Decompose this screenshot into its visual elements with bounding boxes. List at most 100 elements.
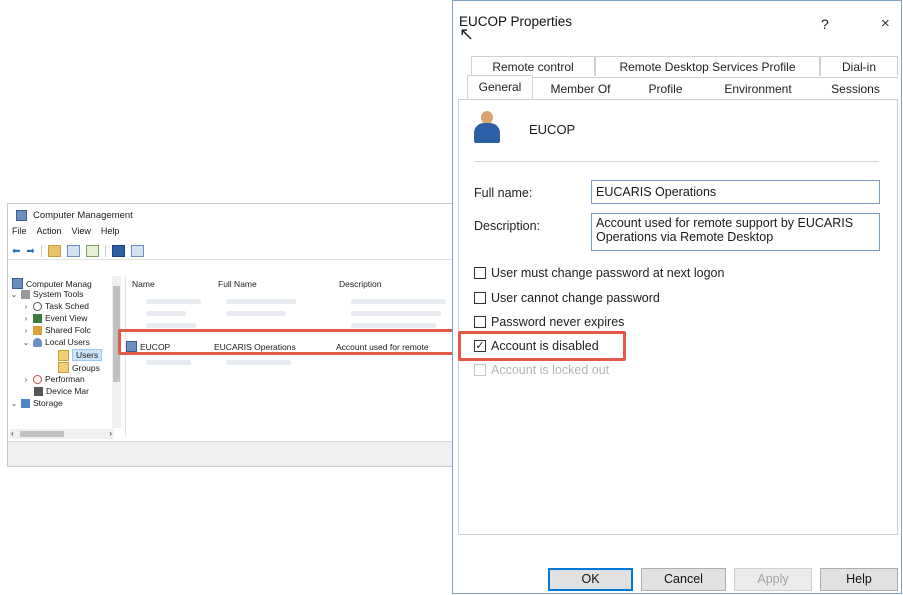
blurred-row — [226, 360, 291, 365]
tree-task-scheduler[interactable]: › Task Sched — [22, 301, 89, 311]
chevron-right-icon[interactable]: › — [22, 326, 30, 335]
cm-tree-pane: Computer Manag ⌄ System Tools › Task Sch… — [8, 276, 123, 436]
computer-management-icon — [16, 209, 27, 221]
menu-file[interactable]: File — [12, 226, 27, 242]
show-hide-tree-icon[interactable] — [66, 245, 80, 257]
computer-icon — [12, 278, 23, 289]
checkbox-box[interactable] — [474, 267, 486, 279]
cancel-button[interactable]: Cancel — [641, 568, 726, 591]
checkbox-label: User must change password at next logon — [491, 266, 725, 280]
menu-help[interactable]: Help — [101, 226, 120, 242]
full-name-field[interactable] — [591, 180, 880, 204]
help-title-button[interactable]: ? — [821, 16, 829, 32]
highlight-callout-row — [118, 329, 460, 355]
tree-performance[interactable]: › Performan — [22, 374, 85, 384]
dialog-title: EUCOP Properties — [459, 14, 573, 29]
folder-icon — [58, 349, 69, 361]
description-line-1: Account used for remote support by EUCAR… — [596, 216, 854, 230]
account-locked-out-checkbox: Account is locked out — [474, 363, 609, 377]
menu-action[interactable]: Action — [37, 226, 62, 242]
must-change-password-checkbox[interactable]: User must change password at next logon — [474, 266, 724, 280]
tree-root[interactable]: Computer Manag — [12, 278, 92, 289]
tree-device-manager[interactable]: Device Mar — [34, 386, 89, 396]
tab-sessions[interactable]: Sessions — [813, 77, 898, 99]
export-list-icon[interactable] — [85, 245, 99, 257]
cm-title: Computer Management — [33, 209, 133, 221]
blurred-row — [351, 299, 446, 304]
tree-label: Groups — [72, 362, 100, 373]
tree-storage[interactable]: ⌄ Storage — [10, 398, 63, 408]
description-field[interactable]: Account used for remote support by EUCAR… — [591, 213, 880, 251]
chevron-down-icon[interactable]: ⌄ — [10, 399, 18, 408]
cannot-change-password-checkbox[interactable]: User cannot change password — [474, 291, 660, 305]
tree-event-viewer[interactable]: › Event View — [22, 313, 88, 323]
scrollbar-thumb[interactable] — [20, 431, 64, 437]
toolbar-separator — [40, 245, 42, 257]
divider — [474, 161, 879, 162]
cm-title-bar: Computer Management — [8, 204, 453, 226]
toolbar-separator — [104, 245, 106, 257]
tab-environment[interactable]: Environment — [703, 77, 813, 99]
up-folder-icon[interactable] — [47, 245, 61, 257]
checkbox-box[interactable] — [474, 292, 486, 304]
tree-label: Task Sched — [45, 301, 89, 311]
properties-icon[interactable] — [130, 245, 144, 257]
highlight-callout-checkbox — [458, 331, 626, 361]
performance-icon — [33, 374, 42, 384]
tab-dial-in[interactable]: Dial-in — [820, 56, 898, 76]
forward-arrow-icon[interactable]: ➡ — [26, 246, 34, 257]
tree-shared-folders[interactable]: › Shared Folc — [22, 325, 91, 335]
close-icon[interactable]: × — [881, 15, 890, 32]
scroll-left-icon[interactable]: ‹ — [11, 429, 14, 438]
help-button[interactable]: Help — [820, 568, 898, 591]
tree-groups[interactable]: Groups — [58, 362, 100, 373]
blurred-row — [226, 299, 296, 304]
cm-menu-bar: File Action View Help — [8, 226, 119, 242]
tree-label: Device Mar — [46, 386, 89, 396]
password-never-expires-checkbox[interactable]: Password never expires — [474, 315, 624, 329]
cm-user-list: Name Full Name Description — [125, 276, 454, 436]
full-name-label: Full name: — [474, 186, 533, 200]
mouse-cursor-icon: ↖ — [459, 24, 475, 44]
chevron-right-icon[interactable]: › — [22, 375, 30, 384]
column-description[interactable]: Description — [339, 279, 382, 291]
clock-icon — [33, 301, 42, 311]
menu-view[interactable]: View — [72, 226, 91, 242]
tree-users[interactable]: Users — [58, 349, 103, 361]
tree-system-tools[interactable]: ⌄ System Tools — [10, 289, 84, 299]
tab-member-of[interactable]: Member Of — [533, 77, 628, 99]
tab-remote-desktop-services-profile[interactable]: Remote Desktop Services Profile — [595, 56, 820, 76]
blurred-row — [146, 299, 201, 304]
chevron-down-icon[interactable]: ⌄ — [10, 290, 18, 299]
ok-button[interactable]: OK — [548, 568, 633, 591]
blurred-row — [146, 311, 186, 316]
scroll-right-icon[interactable]: › — [109, 429, 112, 438]
tab-profile[interactable]: Profile — [628, 77, 703, 99]
tab-remote-control[interactable]: Remote control — [471, 56, 595, 76]
chevron-down-icon[interactable]: ⌄ — [22, 338, 30, 347]
tree-label: Storage — [33, 398, 63, 408]
tree-root-label: Computer Manag — [26, 278, 92, 289]
users-group-icon — [33, 337, 42, 347]
tree-label: Local Users — [45, 337, 90, 347]
tab-general[interactable]: General — [467, 75, 533, 99]
chevron-right-icon[interactable]: › — [22, 302, 30, 311]
cm-toolbar: ⬅ ➡ — [8, 243, 457, 260]
column-full-name[interactable]: Full Name — [218, 279, 257, 291]
chevron-right-icon[interactable]: › — [22, 314, 30, 323]
help-icon[interactable] — [111, 245, 125, 257]
apply-button: Apply — [734, 568, 812, 591]
tree-local-users[interactable]: ⌄ Local Users — [22, 337, 90, 347]
device-manager-icon — [34, 386, 43, 396]
tree-label: Shared Folc — [45, 325, 91, 335]
blurred-row — [226, 311, 286, 316]
event-viewer-icon — [33, 313, 42, 323]
checkbox-label: Account is locked out — [491, 363, 610, 377]
tree-horizontal-scrollbar[interactable]: ‹ › — [10, 429, 114, 439]
checkbox-label: Password never expires — [491, 315, 625, 329]
back-arrow-icon[interactable]: ⬅ — [12, 246, 20, 257]
column-name[interactable]: Name — [132, 279, 155, 291]
blurred-row — [351, 311, 441, 316]
checkbox-box[interactable] — [474, 316, 486, 328]
tree-label: Event View — [45, 313, 88, 323]
